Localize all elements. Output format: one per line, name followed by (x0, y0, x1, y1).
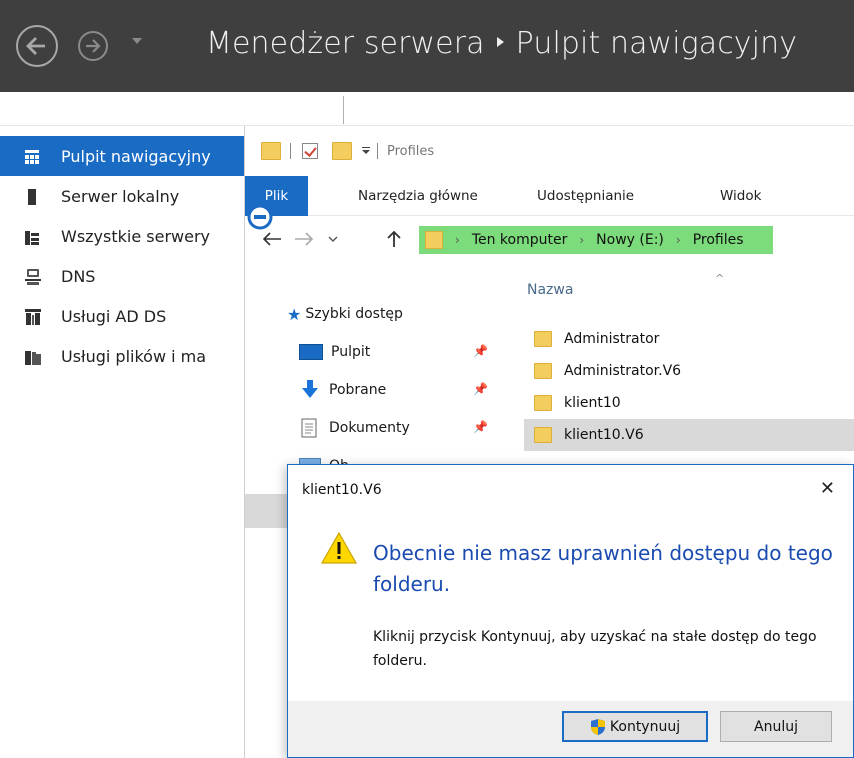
file-name: Administrator.V6 (564, 363, 682, 379)
divider (343, 96, 344, 124)
forward-arrow-icon[interactable] (293, 230, 315, 248)
pin-icon[interactable]: 📌 (473, 420, 488, 434)
cancel-button-label: Anuluj (754, 718, 798, 735)
star-icon: ★ (287, 304, 302, 324)
sidebar-item-label: Serwer lokalny (61, 186, 180, 206)
folder-icon (534, 395, 552, 411)
permission-dialog: klient10.V6 ✕ Obecnie nie masz uprawnień… (287, 464, 854, 758)
folder-icon (534, 363, 552, 379)
pin-icon[interactable]: 📌 (473, 382, 488, 396)
sidebar-item-file-services[interactable]: Usługi plików i ma (0, 336, 244, 376)
divider (290, 143, 291, 159)
up-arrow-icon[interactable] (385, 229, 403, 249)
history-dropdown-icon[interactable] (132, 38, 142, 44)
tab-view[interactable]: Widok (720, 176, 761, 216)
uac-shield-icon (590, 718, 605, 735)
dialog-title: klient10.V6 (302, 482, 382, 498)
servers-icon (25, 229, 39, 245)
sort-ascending-icon: ^ (715, 272, 725, 285)
breadcrumb-page: Pulpit nawigacyjny (515, 26, 798, 61)
sidebar-item-local-server[interactable]: Serwer lokalny (0, 176, 244, 216)
recent-locations-icon[interactable] (327, 234, 339, 244)
nav-item-label: Dokumenty (329, 420, 410, 436)
file-name: klient10.V6 (564, 427, 644, 443)
download-icon (302, 380, 318, 398)
breadcrumb-profiles[interactable]: Profiles (693, 232, 744, 248)
list-item[interactable]: klient10.V6 (524, 419, 854, 451)
dialog-footer: Kontynuuj Anuluj (288, 701, 853, 757)
folder-icon (425, 231, 443, 249)
sidebar-item-label: Usługi plików i ma (61, 346, 207, 366)
file-name: Administrator (564, 331, 660, 347)
list-item[interactable]: klient10 (524, 387, 854, 419)
ad-ds-icon (25, 309, 41, 325)
breadcrumb-app: Menedżer serwera (206, 26, 485, 61)
divider (377, 143, 378, 159)
quick-access-toolbar: Profiles (245, 126, 854, 176)
cancel-button[interactable]: Anuluj (720, 711, 832, 742)
nav-item-label: Pobrane (329, 382, 387, 398)
sidebar-item-label: DNS (61, 266, 96, 286)
dashboard-icon (25, 149, 39, 164)
sidebar-item-label: Pulpit nawigacyjny (61, 146, 211, 166)
sidebar-item-ad-ds[interactable]: Usługi AD DS (0, 296, 244, 336)
breadcrumb-this-pc[interactable]: Ten komputer (472, 232, 568, 248)
sidebar-item-label: Usługi AD DS (61, 306, 167, 326)
file-services-icon (25, 349, 41, 365)
continue-button[interactable]: Kontynuuj (562, 711, 708, 742)
list-item[interactable]: Administrator (524, 323, 854, 355)
sidebar-item-all-servers[interactable]: Wszystkie serwery (0, 216, 244, 256)
column-header-name[interactable]: Nazwa (527, 282, 573, 298)
list-item[interactable]: Administrator.V6 (524, 355, 854, 387)
server-manager-subbar (0, 92, 854, 126)
back-arrow-icon[interactable] (261, 230, 283, 248)
pin-icon[interactable]: 📌 (473, 344, 488, 358)
document-icon (301, 418, 317, 438)
address-bar[interactable]: › Ten komputer › Nowy (E:) › Profiles (425, 227, 744, 253)
nav-item-downloads[interactable]: Pobrane (299, 378, 386, 402)
chevron-right-icon[interactable]: › (579, 233, 584, 247)
nav-item-desktop[interactable]: Pulpit (299, 340, 370, 364)
sidebar-item-dns[interactable]: DNS (0, 256, 244, 296)
sidebar: Pulpit nawigacyjny Serwer lokalny Wszyst… (0, 126, 244, 758)
dialog-detail: Kliknij przycisk Kontynuuj, aby uzyskać … (373, 629, 817, 669)
server-icon (25, 189, 39, 205)
folder-icon (534, 331, 552, 347)
properties-icon[interactable] (302, 143, 318, 159)
breadcrumb-drive[interactable]: Nowy (E:) (596, 232, 664, 248)
chevron-right-icon[interactable]: › (676, 233, 681, 247)
nav-quick-access[interactable]: ★ Szybki dostęp (287, 302, 403, 326)
drag-cursor-icon (247, 204, 273, 230)
folder-icon (261, 142, 281, 160)
forward-icon[interactable] (78, 31, 108, 61)
chevron-right-icon[interactable]: › (455, 233, 460, 247)
back-icon[interactable] (16, 25, 58, 67)
breadcrumb-separator-icon (496, 36, 504, 47)
nav-item-documents[interactable]: Dokumenty (301, 416, 410, 440)
continue-button-label: Kontynuuj (609, 718, 681, 735)
folder-icon (534, 427, 552, 443)
page-title: Menedżer serwera Pulpit nawigacyjny (206, 26, 797, 61)
address-row: › Ten komputer › Nowy (E:) › Profiles (245, 204, 854, 262)
sidebar-item-label: Wszystkie serwery (61, 226, 211, 246)
tab-share[interactable]: Udostępnianie (537, 176, 634, 216)
ribbon-tabs: Plik Narzędzia główne Udostępnianie Wido… (245, 176, 854, 216)
dialog-message: Obecnie nie masz uprawnień dostępu do te… (373, 541, 833, 596)
server-manager-header: Menedżer serwera Pulpit nawigacyjny (0, 0, 854, 92)
close-icon[interactable]: ✕ (820, 479, 835, 499)
file-name: klient10 (564, 395, 621, 411)
tab-home[interactable]: Narzędzia główne (358, 176, 478, 216)
nav-item-label: Pulpit (331, 344, 371, 360)
dns-icon (25, 269, 41, 285)
sidebar-item-dashboard[interactable]: Pulpit nawigacyjny (0, 136, 244, 176)
nav-selected-indicator (245, 494, 287, 528)
nav-quick-access-label: Szybki dostęp (305, 306, 403, 322)
new-folder-icon[interactable] (332, 142, 352, 160)
customize-toolbar-icon[interactable] (361, 146, 371, 156)
window-title: Profiles (387, 143, 435, 159)
warning-icon (320, 531, 358, 564)
desktop-icon (299, 344, 323, 360)
